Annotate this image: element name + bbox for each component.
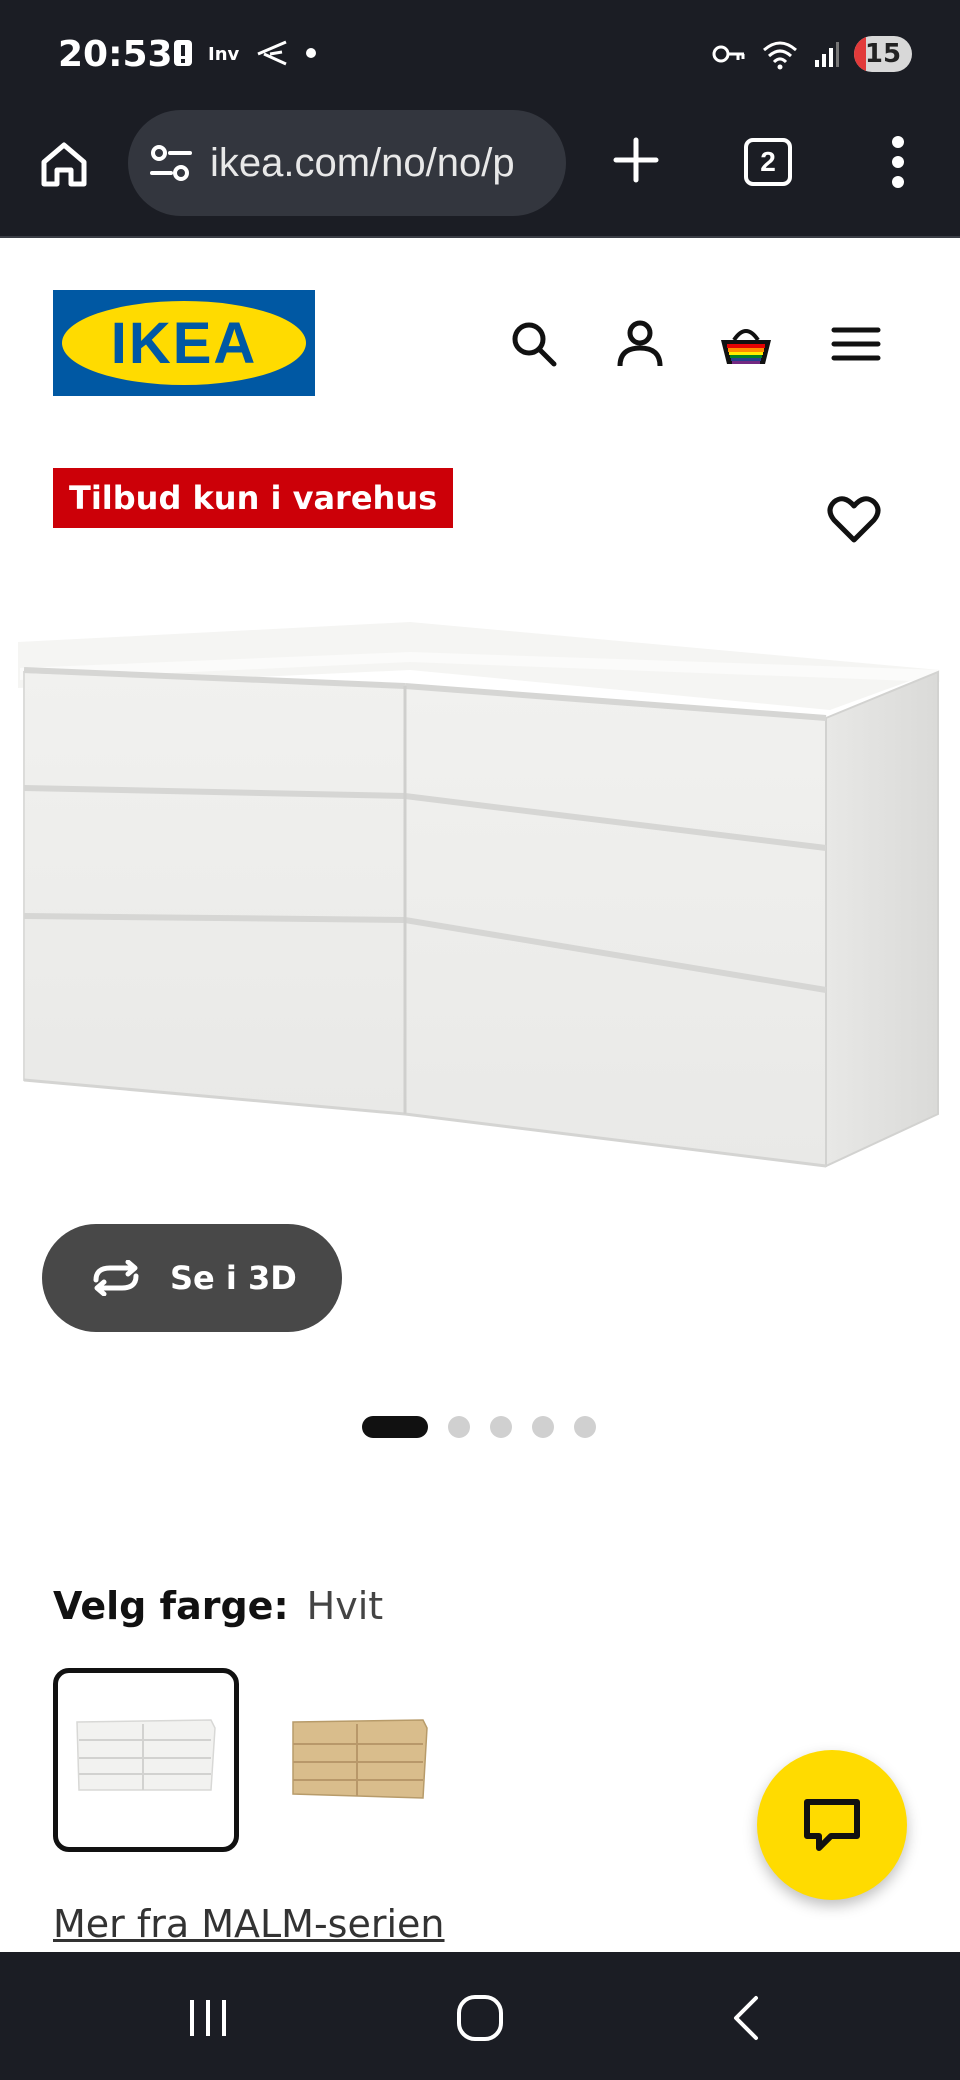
- battery-level: 15: [864, 39, 902, 69]
- view-3d-button[interactable]: Se i 3D: [42, 1224, 342, 1332]
- svg-text:Inv: Inv: [208, 44, 240, 65]
- dot-icon: [306, 48, 316, 58]
- new-tab-icon[interactable]: [608, 132, 664, 188]
- recent-apps-icon[interactable]: [178, 1988, 238, 2048]
- selected-color-value: Hvit: [306, 1584, 384, 1628]
- alert-icon: [174, 40, 192, 66]
- status-bar: 20:53 Inv 15: [0, 0, 960, 110]
- overflow-menu-icon[interactable]: [878, 132, 918, 192]
- address-bar[interactable]: ikea.com/no/no/p: [128, 110, 566, 216]
- shopping-bag-icon[interactable]: [718, 318, 774, 370]
- white-dresser-swatch[interactable]: [53, 1668, 239, 1852]
- logo-oval: IKEA: [62, 301, 306, 385]
- product-image[interactable]: [0, 600, 960, 1200]
- wifi-icon: [763, 41, 797, 70]
- hamburger-menu-icon[interactable]: [830, 318, 882, 370]
- browser-toolbar: ikea.com/no/no/p 2: [0, 110, 960, 238]
- home-nav-icon[interactable]: [450, 1988, 510, 2048]
- status-time: 20:53: [58, 34, 173, 75]
- oak-dresser-swatch[interactable]: [262, 1668, 448, 1852]
- system-navigation-bar: [0, 1952, 960, 2080]
- ikea-logo[interactable]: IKEA: [53, 290, 315, 396]
- heart-icon[interactable]: [826, 492, 882, 548]
- tab-switcher-button[interactable]: 2: [744, 138, 792, 186]
- signal-icon: [815, 42, 839, 67]
- color-selector-label: Velg farge: Hvit: [53, 1584, 383, 1628]
- rotate-icon: [93, 1260, 139, 1296]
- home-icon[interactable]: [36, 136, 92, 192]
- view-3d-label: Se i 3D: [170, 1259, 297, 1297]
- site-header: IKEA: [0, 240, 960, 430]
- color-label-text: Velg farge:: [53, 1584, 289, 1628]
- app-notification-icon: Inv: [208, 44, 240, 65]
- url-text: ikea.com/no/no/p: [210, 140, 515, 185]
- chat-icon: [804, 1799, 860, 1851]
- back-icon[interactable]: [718, 1988, 778, 2048]
- status-left-icons: Inv: [172, 38, 318, 68]
- carousel-dot[interactable]: [448, 1416, 470, 1438]
- status-right-icons: 15: [712, 36, 912, 72]
- carousel-dot[interactable]: [532, 1416, 554, 1438]
- carousel-dot[interactable]: [490, 1416, 512, 1438]
- site-settings-icon[interactable]: [150, 144, 192, 182]
- carousel-dot[interactable]: [574, 1416, 596, 1438]
- account-icon[interactable]: [614, 318, 666, 370]
- series-link[interactable]: Mer fra MALM-serien: [53, 1902, 445, 1946]
- white-dresser-thumbnail: [76, 1719, 216, 1791]
- logo-text: IKEA: [110, 310, 258, 376]
- chat-button[interactable]: [757, 1750, 907, 1900]
- search-icon[interactable]: [508, 318, 560, 370]
- carousel-dot[interactable]: [362, 1416, 428, 1438]
- oak-dresser-thumbnail: [292, 1719, 428, 1799]
- key-icon: [712, 45, 745, 63]
- wing-app-icon: [257, 40, 287, 66]
- image-carousel-indicator: [362, 1416, 596, 1438]
- promo-badge: Tilbud kun i varehus: [53, 468, 454, 528]
- battery-indicator: 15: [854, 36, 912, 72]
